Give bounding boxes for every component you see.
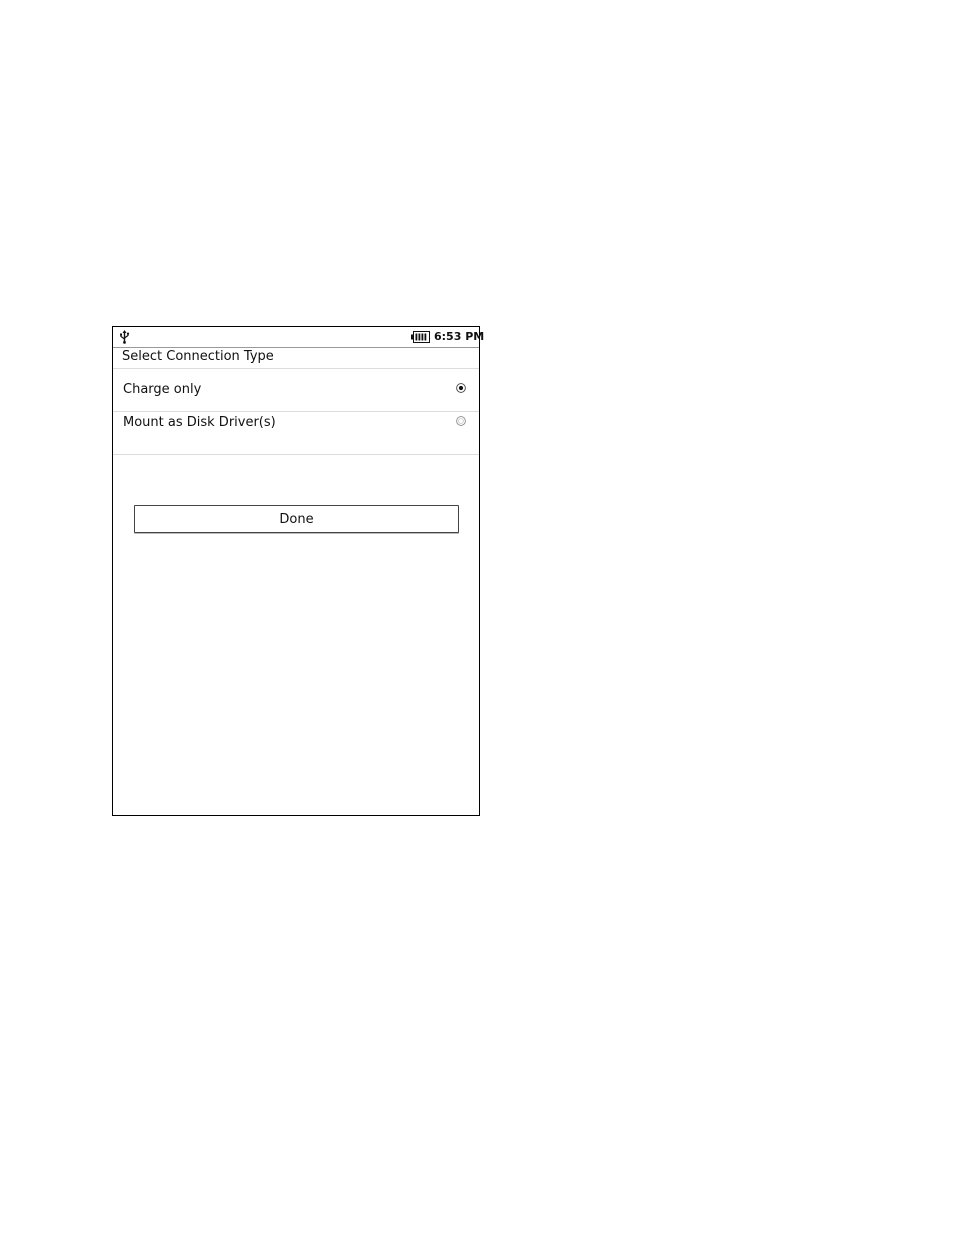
radio-unselected-icon[interactable] [456,416,466,426]
battery-icon [411,331,430,343]
dialog-title: Select Connection Type [122,349,274,364]
status-clock: 6:53 PM [434,330,485,343]
status-bar: 6:53 PM [113,327,484,348]
option-mount-disk[interactable]: Mount as Disk Driver(s) [113,412,479,454]
option-divider [113,454,479,455]
radio-selected-icon[interactable] [456,383,466,393]
usb-icon [120,330,130,344]
device-screen: 6:53 PM Select Connection Type Charge on… [112,326,484,816]
option-label: Mount as Disk Driver(s) [123,415,276,430]
option-label: Charge only [123,382,202,397]
option-charge-only[interactable]: Charge only [113,369,479,411]
done-button[interactable]: Done [134,505,459,533]
